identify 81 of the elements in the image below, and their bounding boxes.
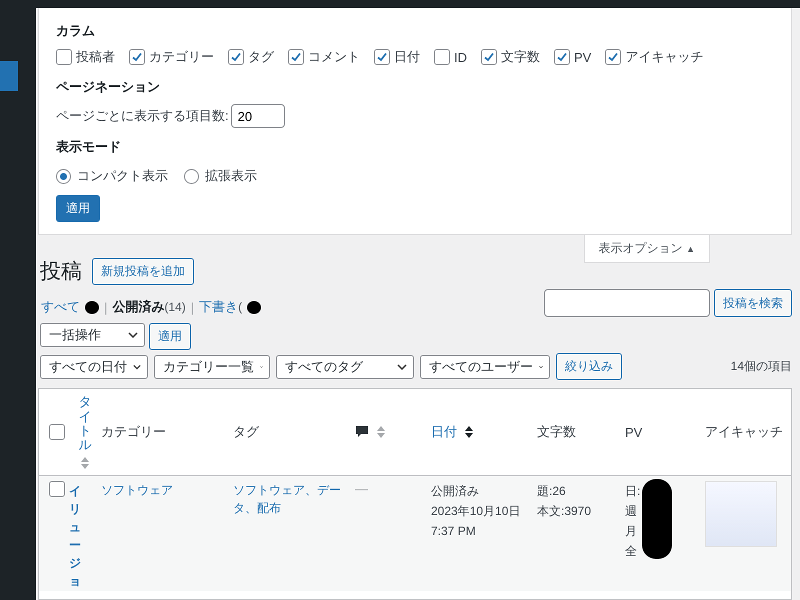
checkbox[interactable] <box>605 49 622 65</box>
filter-button[interactable]: 絞り込み <box>556 353 622 380</box>
checkbox[interactable] <box>129 49 145 65</box>
column-checkbox[interactable]: コメント <box>288 48 360 66</box>
field-label: ページごとに表示する項目数: <box>56 107 229 125</box>
pv-label: 週 <box>625 503 638 520</box>
check-icon <box>376 51 388 63</box>
column-header: アイキャッチ <box>705 423 783 441</box>
add-new-button[interactable]: 新規投稿を追加 <box>92 258 194 284</box>
check-icon <box>131 51 143 63</box>
filter-select[interactable]: すべてのタグ <box>276 354 414 378</box>
section-heading: カラム <box>56 22 95 40</box>
view-mode-radio[interactable]: 拡張表示 <box>184 167 257 185</box>
checkbox[interactable] <box>481 49 497 65</box>
category-link[interactable]: ソフトウェア <box>101 481 173 499</box>
column-checkbox[interactable]: 投稿者 <box>56 48 115 66</box>
per-page-input[interactable]: 20 <box>230 104 285 128</box>
search-button[interactable]: 投稿を検索 <box>714 289 792 317</box>
column-header[interactable]: 日付 <box>431 423 457 441</box>
comment-icon[interactable] <box>355 425 369 439</box>
sort-icon <box>377 426 385 438</box>
sort-icon <box>81 456 89 469</box>
filter-select[interactable]: すべてのユーザー <box>420 354 550 378</box>
checkbox[interactable] <box>56 49 72 65</box>
search-input[interactable] <box>544 289 710 317</box>
column-checkbox[interactable]: PV <box>554 48 592 66</box>
column-checkbox[interactable]: 文字数 <box>481 48 540 66</box>
screen-options-tab[interactable]: 表示オプション ▲ <box>584 235 710 263</box>
chevron-down-icon <box>133 364 141 370</box>
char-count-text: 本文:3970 <box>537 503 592 520</box>
thumbnail-image <box>705 481 777 547</box>
column-header: タグ <box>233 423 259 441</box>
column-header[interactable]: タイトル <box>78 395 92 453</box>
row-checkbox[interactable] <box>49 481 65 497</box>
column-header: カテゴリー <box>101 423 166 441</box>
status-link[interactable]: 下書き( <box>199 298 242 316</box>
select-all-checkbox[interactable] <box>49 424 65 440</box>
date-text: 2023年10月10日 <box>431 503 520 520</box>
status-link[interactable]: 公開済み(14) <box>112 298 186 316</box>
checkbox[interactable] <box>288 49 304 65</box>
checkbox[interactable] <box>434 49 450 65</box>
filter-select[interactable]: カテゴリー一覧 <box>154 354 270 378</box>
pv-label: 全 <box>625 543 638 560</box>
filter-select[interactable]: すべての日付 <box>40 354 148 378</box>
check-icon <box>607 51 620 63</box>
section-heading: 表示モード <box>56 138 121 156</box>
sort-icon <box>465 426 473 438</box>
status-link[interactable]: すべて <box>41 298 80 316</box>
column-header: 文字数 <box>537 423 576 441</box>
section-heading: ページネーション <box>56 78 160 96</box>
chevron-down-icon <box>397 364 407 370</box>
comment-count: — <box>355 481 368 496</box>
pv-label: 日: <box>625 483 640 500</box>
checkbox[interactable] <box>228 49 244 65</box>
bulk-actions-select[interactable]: 一括操作 <box>40 323 145 347</box>
column-checkbox[interactable]: カテゴリー <box>129 48 214 66</box>
column-checkbox[interactable]: 日付 <box>374 48 420 66</box>
column-header: PV <box>625 424 642 440</box>
post-title-link[interactable]: イリュージョ <box>69 482 81 590</box>
column-checkbox[interactable]: タグ <box>228 48 274 66</box>
apply-button[interactable]: 適用 <box>56 195 100 222</box>
date-text: 公開済み <box>431 483 479 500</box>
separator-text: | <box>104 300 108 314</box>
item-count: 14個の項目 <box>730 358 792 375</box>
check-icon <box>290 51 302 63</box>
tag-links[interactable]: ソフトウェア、データ、配布 <box>233 481 355 517</box>
chevron-down-icon <box>128 332 138 338</box>
separator-text: | <box>190 300 194 314</box>
check-icon <box>230 51 242 63</box>
date-text: 7:37 PM <box>431 523 476 540</box>
column-checkbox[interactable]: ID <box>434 48 467 66</box>
checkbox[interactable] <box>554 49 570 65</box>
view-mode-radio[interactable]: コンパクト表示 <box>56 167 168 185</box>
char-count-text: 題:26 <box>537 483 566 500</box>
check-icon <box>483 51 495 63</box>
checkbox[interactable] <box>374 49 390 65</box>
apply-button[interactable]: 適用 <box>149 323 191 350</box>
page-title: 投稿 <box>40 259 82 285</box>
pv-label: 月 <box>625 523 638 540</box>
check-icon <box>556 51 568 63</box>
column-checkbox[interactable]: アイキャッチ <box>605 48 704 66</box>
